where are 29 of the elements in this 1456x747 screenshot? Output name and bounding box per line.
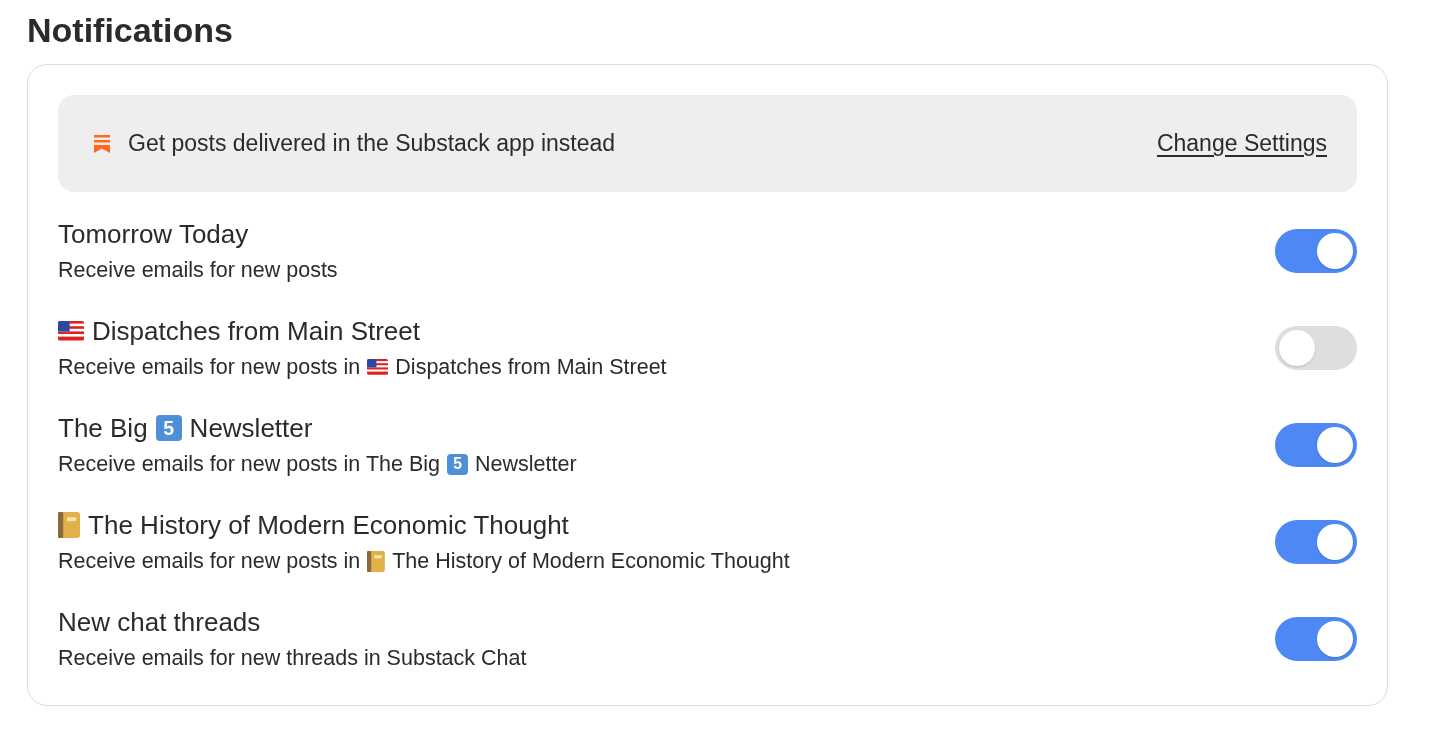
toggle-switch[interactable] — [1275, 228, 1357, 273]
subscription-description: The History of Modern Economic Thought — [392, 548, 790, 574]
toggle-switch[interactable] — [1275, 422, 1357, 467]
subscription-description: Receive emails for new threads in Substack Chat — [58, 645, 527, 671]
subscription-description: Receive emails for new posts — [58, 257, 338, 283]
bookmark-icon — [94, 134, 110, 153]
subscription-title: New chat threads — [58, 606, 261, 638]
toggle-switch[interactable] — [1275, 325, 1357, 370]
section-heading: Notifications — [27, 10, 234, 50]
subscription-title: The History of Modern Economic Thought — [88, 509, 569, 541]
banner-text: Get posts delivered in the Substack app instead — [128, 130, 617, 157]
flag-icon — [58, 321, 84, 341]
subscription-title: Tomorrow Today — [58, 218, 249, 250]
subscription-title: Newsletter — [189, 412, 313, 444]
subscription-description: Dispatches from Main Street — [395, 354, 667, 380]
subscription-description: Receive emails for new posts in — [58, 354, 361, 380]
toggle-switch[interactable] — [1275, 519, 1357, 564]
flag-icon — [367, 359, 389, 375]
subscription-description: Receive emails for new posts in The Big — [58, 451, 440, 477]
keycap-icon: 5 — [447, 453, 468, 475]
toggle-switch[interactable] — [1275, 616, 1357, 661]
subscription-description: Newsletter — [475, 451, 577, 477]
notebook-icon — [58, 512, 81, 538]
subscription-title: The Big — [58, 412, 148, 444]
subscription-description: Receive emails for new posts in — [58, 548, 361, 574]
keycap-icon: 5 — [155, 415, 182, 441]
change-settings-link[interactable]: Change Settings — [1156, 130, 1327, 157]
notebook-icon — [367, 550, 386, 572]
subscription-title: Dispatches from Main Street — [92, 315, 420, 347]
